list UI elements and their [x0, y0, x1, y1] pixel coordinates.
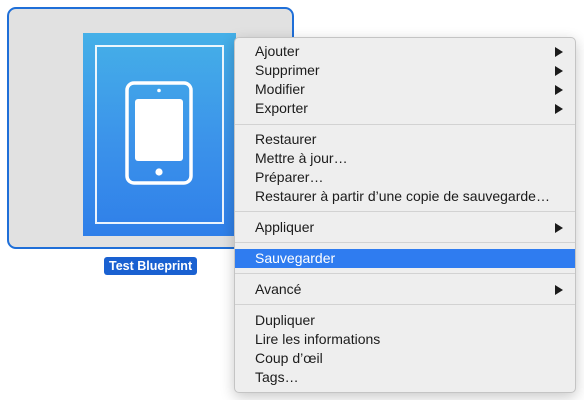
- submenu-arrow-icon: [555, 47, 563, 57]
- menu-item-label: Lire les informations: [255, 331, 381, 347]
- ipad-icon: [125, 81, 193, 185]
- menu-separator: [235, 304, 575, 305]
- blueprint-thumbnail: [83, 33, 236, 236]
- blueprint-name-label[interactable]: Test Blueprint: [104, 257, 198, 275]
- submenu-arrow-icon: [555, 66, 563, 76]
- menu-item-label: Modifier: [255, 81, 305, 97]
- menu-item-coup-doeil[interactable]: Coup d’œil: [235, 349, 575, 368]
- menu-item-label: Avancé: [255, 281, 302, 297]
- submenu-arrow-icon: [555, 223, 563, 233]
- menu-separator: [235, 273, 575, 274]
- menu-item-restaurer[interactable]: Restaurer: [235, 130, 575, 149]
- menu-item-label: Tags…: [255, 369, 299, 385]
- menu-item-appliquer[interactable]: Appliquer: [235, 218, 575, 237]
- menu-item-label: Sauvegarder: [255, 250, 336, 266]
- menu-item-label: Supprimer: [255, 62, 320, 78]
- submenu-arrow-icon: [555, 85, 563, 95]
- finder-window-content: Test Blueprint Ajouter Supprimer Modifie…: [0, 0, 584, 400]
- menu-item-label: Exporter: [255, 100, 308, 116]
- menu-item-label: Mettre à jour…: [255, 150, 348, 166]
- menu-item-restaurer-copie[interactable]: Restaurer à partir d’une copie de sauveg…: [235, 187, 575, 206]
- menu-item-lire-informations[interactable]: Lire les informations: [235, 330, 575, 349]
- context-menu: Ajouter Supprimer Modifier Exporter Rest…: [234, 37, 576, 393]
- menu-item-label: Restaurer: [255, 131, 317, 147]
- menu-item-mettre-a-jour[interactable]: Mettre à jour…: [235, 149, 575, 168]
- menu-item-supprimer[interactable]: Supprimer: [235, 61, 575, 80]
- menu-item-label: Restaurer à partir d’une copie de sauveg…: [255, 188, 550, 204]
- menu-separator: [235, 242, 575, 243]
- menu-item-tags[interactable]: Tags…: [235, 368, 575, 387]
- menu-item-preparer[interactable]: Préparer…: [235, 168, 575, 187]
- menu-item-label: Coup d’œil: [255, 350, 323, 366]
- menu-item-label: Ajouter: [255, 43, 300, 59]
- menu-item-exporter[interactable]: Exporter: [235, 99, 575, 118]
- menu-item-label: Préparer…: [255, 169, 324, 185]
- menu-item-modifier[interactable]: Modifier: [235, 80, 575, 99]
- menu-item-sauvegarder[interactable]: Sauvegarder: [235, 249, 575, 268]
- submenu-arrow-icon: [555, 104, 563, 114]
- menu-item-ajouter[interactable]: Ajouter: [235, 42, 575, 61]
- menu-item-dupliquer[interactable]: Dupliquer: [235, 311, 575, 330]
- menu-separator: [235, 211, 575, 212]
- submenu-arrow-icon: [555, 285, 563, 295]
- menu-item-label: Dupliquer: [255, 312, 315, 328]
- menu-item-avance[interactable]: Avancé: [235, 280, 575, 299]
- menu-separator: [235, 124, 575, 125]
- menu-item-label: Appliquer: [255, 219, 315, 235]
